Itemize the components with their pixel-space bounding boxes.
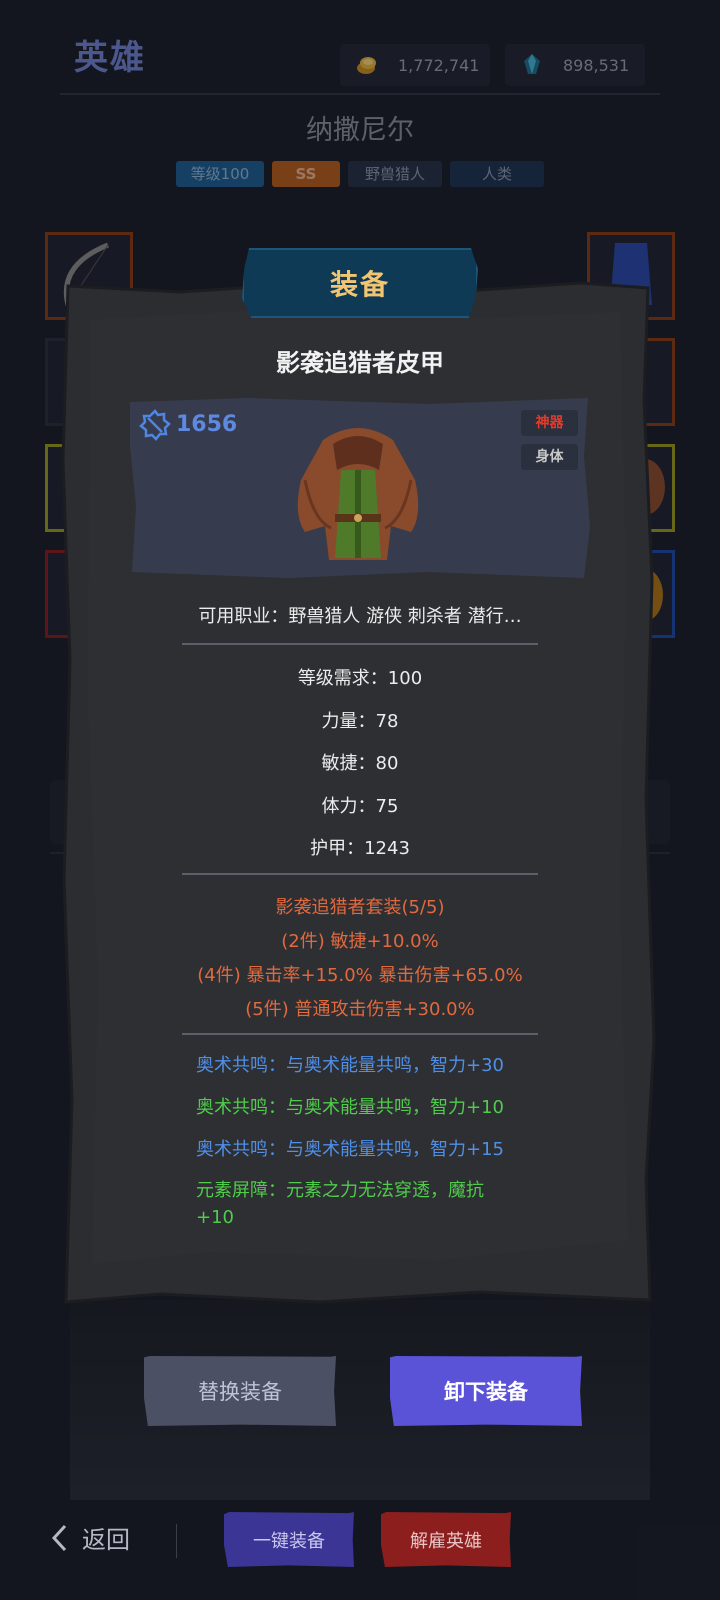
- slot-badge: 身体: [521, 444, 578, 470]
- item-power: 1656: [176, 412, 238, 437]
- set-title: 影袭追猎者套装(5/5): [275, 897, 445, 918]
- set-bonus-5: (5件) 普通攻击伤害+30.0%: [245, 999, 475, 1020]
- affix-line: 元素屏障：元素之力无法穿透，魔抗+10: [196, 1180, 484, 1228]
- back-label: 返回: [82, 1526, 130, 1554]
- dismiss-hero-button[interactable]: 解雇英雄: [381, 1512, 511, 1567]
- affix-line: 奥术共鸣：与奥术能量共鸣，智力+15: [196, 1139, 504, 1160]
- divider: [182, 643, 538, 645]
- affix-line: 奥术共鸣：与奥术能量共鸣，智力+10: [196, 1097, 504, 1118]
- set-bonus-4: (4件) 暴击率+15.0% 暴击伤害+65.0%: [197, 965, 523, 986]
- stat-stamina: 体力：75: [321, 796, 399, 817]
- item-name: 影袭追猎者皮甲: [276, 349, 444, 377]
- stat-strength: 力量：78: [321, 711, 399, 732]
- equip-all-button[interactable]: 一键装备: [224, 1512, 354, 1567]
- stat-agility: 敏捷：80: [321, 753, 399, 774]
- chevron-left-icon: [51, 1524, 67, 1551]
- divider: [182, 1033, 538, 1035]
- back-button[interactable]: 返回: [50, 1520, 130, 1555]
- modal-title: 装备: [242, 248, 478, 318]
- stat-armor: 护甲：1243: [310, 838, 410, 859]
- usable-classes: 可用职业：野兽猎人 游侠 刺杀者 潜行…: [198, 606, 522, 627]
- leather-armor-icon: [283, 420, 433, 565]
- bottom-divider: [176, 1524, 177, 1558]
- stat-level-req: 等级需求：100: [297, 668, 423, 689]
- set-bonus-2: (2件) 敏捷+10.0%: [281, 931, 439, 952]
- replace-equipment-button[interactable]: 替换装备: [144, 1356, 336, 1426]
- quality-badge: 神器: [521, 410, 578, 436]
- divider: [182, 873, 538, 875]
- affix-line: 奥术共鸣：与奥术能量共鸣，智力+30: [196, 1055, 504, 1076]
- power-icon: [139, 409, 171, 441]
- unequip-button[interactable]: 卸下装备: [390, 1356, 582, 1426]
